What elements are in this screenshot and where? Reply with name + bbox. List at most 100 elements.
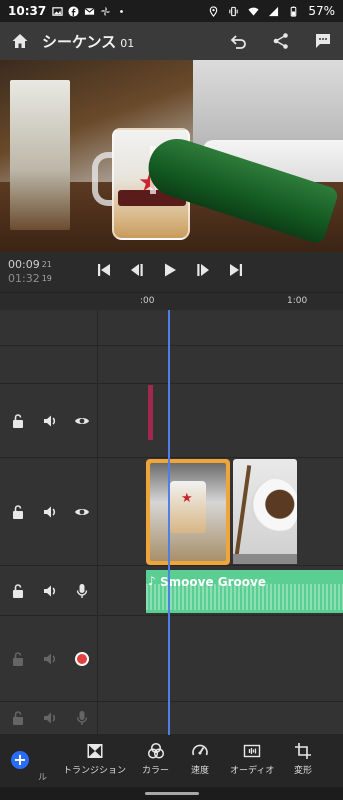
transition-icon — [86, 742, 104, 760]
timeline-tracks: ★ ♪ Smoove Groove — [0, 310, 343, 735]
app-header: シーケンス 01 — [0, 22, 343, 60]
tool-label: カラー — [142, 766, 170, 776]
tool-label: トランジション — [63, 766, 127, 776]
sequence-title-number: 01 — [120, 36, 135, 50]
track-header — [0, 458, 98, 565]
photo-icon — [52, 6, 63, 16]
total-timecode: 01:32 19 — [8, 272, 52, 286]
volume-icon[interactable] — [42, 583, 58, 599]
track-controls — [10, 504, 90, 520]
video-preview[interactable]: ★ — [0, 60, 343, 252]
music-note-icon: ♪ — [148, 574, 156, 588]
total-time: 01:32 — [8, 272, 40, 285]
audio-track-3 — [0, 702, 343, 735]
record-dot — [75, 651, 89, 666]
video-clip[interactable] — [233, 459, 297, 563]
unlock-icon[interactable] — [10, 583, 26, 599]
skip-to-start-icon[interactable] — [96, 262, 112, 278]
track-lane[interactable] — [98, 310, 343, 345]
track-controls — [10, 583, 90, 599]
playhead[interactable] — [168, 310, 170, 735]
track-lane[interactable] — [98, 702, 343, 734]
battery-percent: 57% — [308, 4, 335, 18]
eye-icon[interactable] — [74, 504, 90, 520]
selected-video-clip[interactable]: ★ — [146, 459, 230, 565]
thumbnail-chopsticks — [234, 465, 252, 555]
tool-color[interactable]: カラー — [142, 742, 169, 776]
play-icon[interactable] — [162, 262, 178, 278]
microphone-icon[interactable] — [74, 583, 90, 599]
tool-audio[interactable]: オーディオ — [230, 742, 274, 776]
step-back-icon[interactable] — [129, 262, 145, 278]
thumbnail-star: ★ — [181, 491, 193, 506]
wifi-icon — [248, 7, 259, 16]
gmail-icon — [84, 7, 95, 15]
audio-clip[interactable]: ♪ Smoove Groove — [146, 570, 343, 613]
unlock-icon[interactable] — [10, 651, 26, 667]
audio-track-2 — [0, 616, 343, 702]
unlock-icon[interactable] — [10, 413, 26, 429]
preview-napkin-box — [10, 80, 70, 230]
track-row-1 — [0, 310, 343, 346]
header-actions — [229, 31, 333, 51]
tool-speed[interactable]: 速度 — [191, 742, 209, 776]
total-frames: 19 — [41, 274, 52, 283]
microphone-icon[interactable] — [74, 710, 90, 726]
tool-transition[interactable]: トランジション — [63, 742, 126, 776]
track-controls — [10, 413, 90, 429]
tool-label: オーディオ — [230, 766, 275, 776]
clip-thumbnail: ★ — [150, 463, 226, 561]
home-icon[interactable] — [10, 31, 30, 51]
step-forward-icon[interactable] — [195, 262, 211, 278]
speed-icon — [191, 742, 209, 760]
tool-label: 変形 — [294, 766, 313, 776]
skip-to-end-icon[interactable] — [228, 262, 244, 278]
title-clip[interactable] — [148, 385, 153, 440]
track-header — [0, 310, 98, 345]
unlock-icon[interactable] — [10, 710, 26, 726]
track-lane[interactable] — [98, 616, 343, 701]
facebook-icon — [68, 5, 79, 17]
thumbnail-plate — [251, 479, 297, 535]
ruler-mark-1min: 1:00 — [287, 296, 308, 306]
tool-transform[interactable]: 変形 — [294, 742, 312, 776]
volume-icon[interactable] — [42, 413, 58, 429]
audio-clip-name: Smoove Groove — [160, 575, 266, 589]
undo-icon[interactable] — [229, 31, 249, 51]
track-lane[interactable] — [98, 384, 343, 457]
share-icon[interactable] — [271, 31, 291, 51]
current-timecode: 00:09 21 — [8, 258, 52, 272]
status-bar: 10:37 57% — [0, 0, 343, 22]
title-track — [0, 384, 343, 458]
track-controls — [10, 651, 90, 667]
volume-icon[interactable] — [42, 651, 58, 667]
track-row-2 — [0, 346, 343, 384]
battery-icon — [291, 5, 297, 17]
sequence-title[interactable]: シーケンス 01 — [42, 31, 134, 52]
clip-audio-strip — [233, 554, 297, 564]
volume-icon[interactable] — [42, 710, 58, 726]
track-header — [0, 566, 98, 615]
unlock-icon[interactable] — [10, 504, 26, 520]
playback-controls — [96, 262, 244, 278]
current-time: 00:09 — [8, 258, 40, 271]
timeline-ruler[interactable]: :00 1:00 — [0, 292, 343, 310]
audio-icon — [243, 742, 261, 760]
record-icon[interactable] — [74, 651, 90, 667]
volume-icon[interactable] — [42, 504, 58, 520]
timecode: 00:09 21 01:32 19 — [8, 258, 52, 286]
tool-label: 速度 — [191, 766, 210, 776]
eye-icon[interactable] — [74, 413, 90, 429]
track-header — [0, 702, 98, 734]
home-gesture-pill[interactable] — [145, 792, 199, 795]
toolbar-partial-label: ル — [38, 773, 48, 783]
ruler-mark-start: :00 — [140, 296, 155, 306]
comment-icon[interactable] — [313, 31, 333, 51]
track-header — [0, 346, 98, 383]
current-frames: 21 — [41, 260, 52, 269]
bottom-toolbar — [0, 735, 343, 787]
dot-icon — [120, 9, 124, 13]
add-button[interactable]: + — [11, 751, 29, 769]
track-header — [0, 384, 98, 457]
track-lane[interactable] — [98, 346, 343, 383]
